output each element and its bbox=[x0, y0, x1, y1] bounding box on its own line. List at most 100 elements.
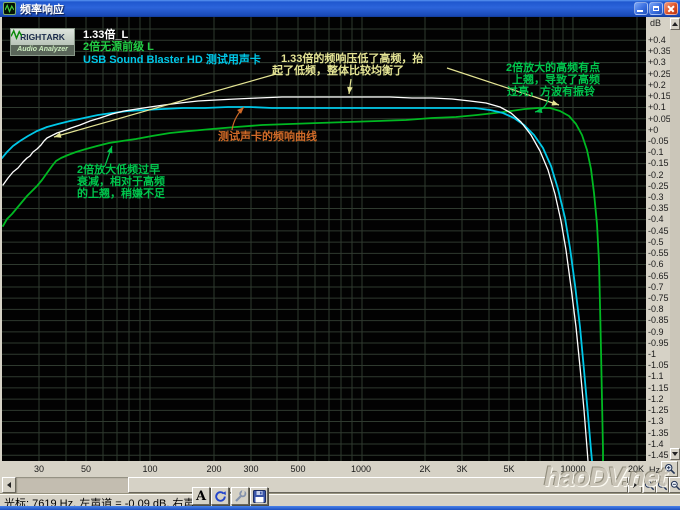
arrow-right-icon bbox=[633, 482, 637, 488]
y-axis-label: -0.1 bbox=[648, 147, 664, 158]
y-axis-label: -1.35 bbox=[648, 427, 669, 438]
y-axis-label: -0.2 bbox=[648, 169, 664, 180]
y-axis-panel: dB +0.4 +0.35 +0.3 +0.25 +0.2 +0.15 +0.1 +0.05 +… bbox=[646, 17, 680, 461]
y-axis-label: -0.45 bbox=[648, 225, 669, 236]
y-axis-label: -0.55 bbox=[648, 248, 669, 259]
x-axis-label: 10000 bbox=[560, 464, 586, 474]
floppy-disk-icon bbox=[252, 489, 266, 503]
db-unit-label: dB bbox=[650, 18, 662, 28]
y-axis-label: -1.4 bbox=[648, 438, 664, 449]
annotation-arrowhead bbox=[237, 107, 244, 114]
scale-down-button[interactable] bbox=[670, 448, 680, 460]
scroll-left-button[interactable] bbox=[2, 477, 16, 493]
y-axis-label: -0.75 bbox=[648, 292, 669, 303]
magnifier-minus-icon bbox=[670, 480, 680, 490]
font-icon: A bbox=[195, 488, 207, 504]
note-soundcard: 测试声卡的频响曲线 bbox=[218, 131, 317, 143]
brand-subtitle: Audio Analyzer bbox=[11, 45, 74, 55]
x-axis-label: 100 bbox=[142, 464, 158, 474]
magnifier-minus-icon bbox=[657, 480, 668, 490]
rightmark-logo: RIGHT ARK Audio Analyzer bbox=[10, 28, 75, 56]
y-axis-label: -0.3 bbox=[648, 192, 664, 203]
x-axis-label: 1000 bbox=[350, 464, 372, 474]
annotation-arrow bbox=[53, 73, 277, 138]
y-axis-label: -0.65 bbox=[648, 270, 669, 281]
restore-icon bbox=[653, 6, 659, 11]
waveform-icon bbox=[11, 29, 22, 40]
arrow-up-icon bbox=[672, 22, 678, 26]
font-button[interactable]: A bbox=[192, 487, 210, 505]
y-axis-label: -0.05 bbox=[648, 135, 669, 146]
y-axis-label: -0.95 bbox=[648, 337, 669, 348]
curve-usb-soundcard bbox=[2, 106, 593, 461]
hz-unit-label: Hz bbox=[649, 465, 660, 475]
zoom-out-button[interactable] bbox=[656, 477, 669, 493]
close-icon bbox=[667, 5, 675, 13]
zoom-fit-button[interactable] bbox=[669, 477, 680, 493]
refresh-button[interactable] bbox=[211, 487, 229, 505]
scrollbar-track[interactable] bbox=[16, 477, 128, 493]
legend-entry: USB Sound Blaster HD 测试用声卡 bbox=[83, 53, 261, 66]
window-title: 频率响应 bbox=[20, 3, 64, 16]
y-axis-label: +0 bbox=[648, 124, 659, 135]
y-axis-label: -0.9 bbox=[648, 326, 664, 337]
y-axis-label: -0.8 bbox=[648, 304, 664, 315]
title-bar: 频率响应 bbox=[0, 0, 680, 17]
zoom-y-button[interactable] bbox=[661, 461, 678, 477]
vertical-scrollbar[interactable] bbox=[670, 17, 680, 461]
refresh-icon bbox=[214, 490, 226, 502]
close-button[interactable] bbox=[664, 2, 678, 15]
brand-text-left: RIGHT bbox=[20, 32, 47, 42]
horizontal-scrollbar[interactable] bbox=[2, 477, 680, 493]
note-2x-highs: 2倍放大的高频有点 bbox=[506, 62, 601, 74]
note-2x-lows: 2倍放大低频过早 bbox=[77, 164, 161, 176]
y-axis-label: -1.2 bbox=[648, 393, 664, 404]
y-axis-label: -0.25 bbox=[648, 180, 669, 191]
x-axis-label: 3K bbox=[456, 464, 468, 474]
y-axis-label: -0.85 bbox=[648, 315, 669, 326]
minimize-icon bbox=[637, 10, 643, 12]
arrow-down-icon bbox=[672, 452, 678, 456]
y-axis-label: +0.1 bbox=[648, 102, 666, 113]
brand-text-right: ARK bbox=[46, 32, 65, 42]
y-axis-label: -0.6 bbox=[648, 259, 664, 270]
y-axis-label: +0.2 bbox=[648, 79, 666, 90]
x-axis-label: 2K bbox=[419, 464, 431, 474]
y-axis-label: +0.05 bbox=[648, 113, 671, 124]
y-axis-label: -0.5 bbox=[648, 236, 664, 247]
chart-area: RIGHT ARK Audio Analyzer 1.33倍_L 2倍无源前级 L… bbox=[2, 17, 646, 461]
y-axis-label: -1.45 bbox=[648, 449, 669, 460]
note-133x: 1.33倍的频响压低了高频，抬 bbox=[281, 53, 424, 65]
note-133x: 起了低频，整体比较均衡了 bbox=[272, 65, 404, 77]
app-icon bbox=[3, 2, 16, 15]
curve-2x-preamp bbox=[2, 107, 604, 461]
x-axis-label: 500 bbox=[290, 464, 306, 474]
x-axis-panel: 30 50 100 200 300 500 1000 2K 3K 5K 10000 20K Hz bbox=[2, 461, 680, 477]
x-axis-label: 50 bbox=[80, 464, 91, 474]
minimize-button[interactable] bbox=[634, 2, 648, 15]
zoom-in-button[interactable] bbox=[643, 477, 656, 493]
curve-133x bbox=[2, 96, 589, 461]
y-axis-label: -1 bbox=[648, 349, 657, 360]
wrench-icon bbox=[234, 489, 246, 502]
status-bar: 光标: 7619 Hz, 左声道 = -0.09 dB, 右声道 = 0. bbox=[0, 493, 680, 510]
x-axis-label: 30 bbox=[33, 464, 44, 474]
x-axis-label: 5K bbox=[503, 464, 515, 474]
annotation-arrow bbox=[534, 95, 550, 113]
y-axis-label: -1.1 bbox=[648, 371, 664, 382]
x-axis-label: 300 bbox=[243, 464, 259, 474]
y-axis-label: -1.15 bbox=[648, 382, 669, 393]
y-axis-label: +0.15 bbox=[648, 91, 671, 102]
y-axis-label: -0.35 bbox=[648, 203, 669, 214]
window-bottom-border bbox=[0, 506, 680, 510]
scale-up-button[interactable] bbox=[670, 18, 680, 30]
tools-button[interactable] bbox=[231, 487, 249, 505]
note-2x-lows: 的上翘，稍嫌不足 bbox=[77, 188, 165, 200]
restore-button[interactable] bbox=[649, 2, 663, 15]
y-axis-label: -0.7 bbox=[648, 281, 664, 292]
y-axis-label: +0.4 bbox=[648, 35, 666, 45]
x-axis-label: 200 bbox=[206, 464, 222, 474]
scroll-right-button[interactable] bbox=[628, 477, 642, 493]
magnifier-plus-icon bbox=[644, 480, 655, 490]
save-button[interactable] bbox=[250, 487, 268, 505]
